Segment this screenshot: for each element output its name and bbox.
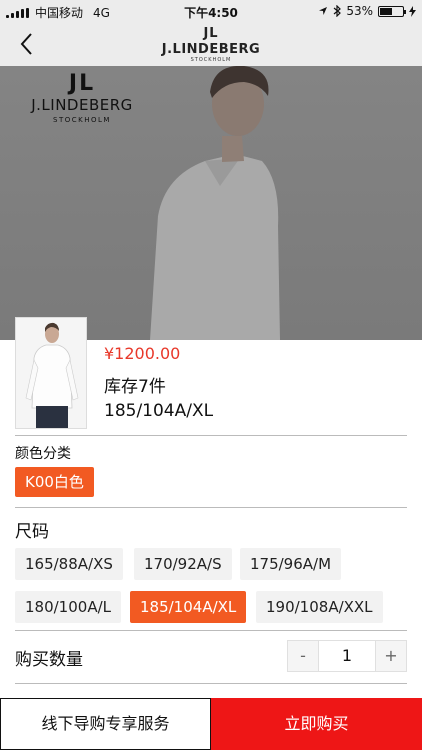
bluetooth-icon (333, 5, 342, 17)
size-option-185[interactable]: 185/104A/XL (130, 591, 247, 623)
stock-count: 库存7件 (104, 377, 166, 397)
charging-icon (409, 5, 416, 17)
quantity-input[interactable]: 1 (318, 641, 376, 671)
brand-name: J.LINDEBERG (161, 42, 261, 57)
divider (15, 630, 407, 631)
selected-size: 185/104A/XL (104, 401, 214, 421)
color-option-k00-white[interactable]: K00白色 (15, 467, 94, 497)
size-option-180[interactable]: 180/100A/L (15, 591, 121, 623)
divider (15, 507, 407, 508)
brand-logo: JL J.LINDEBERG STOCKHOLM (0, 26, 422, 63)
product-thumbnail (15, 317, 87, 429)
color-section-label: 颜色分类 (15, 446, 71, 462)
battery-percent: 53% (346, 4, 373, 18)
shirt-thumbnail-image (16, 318, 86, 428)
bottom-action-bar: 线下导购专享服务 立即购买 (0, 698, 422, 750)
product-price: ¥1200.00 (104, 344, 181, 363)
status-bar: 中国移动 4G 下午4:50 53% (0, 0, 422, 22)
model-photo (150, 66, 280, 340)
product-hero-image: JL J.LINDEBERG STOCKHOLM (0, 66, 422, 340)
quantity-stepper: - 1 + (287, 640, 407, 672)
buy-now-button[interactable]: 立即购买 (211, 698, 422, 750)
size-option-170[interactable]: 170/92A/S (134, 548, 232, 580)
increment-button[interactable]: + (376, 641, 406, 671)
decrement-button[interactable]: - (288, 641, 318, 671)
divider (15, 435, 407, 436)
offline-service-button[interactable]: 线下导购专享服务 (0, 698, 211, 750)
battery-icon (378, 5, 406, 17)
quantity-label: 购买数量 (15, 650, 83, 670)
brand-sub: STOCKHOLM (190, 57, 232, 63)
size-option-190[interactable]: 190/108A/XXL (256, 591, 383, 623)
sku-panel: ¥1200.00 库存7件 185/104A/XL 颜色分类 K00白色 尺码 … (0, 317, 422, 698)
status-right: 53% (318, 4, 416, 18)
size-section-label: 尺码 (15, 522, 49, 542)
brand-mark: JL (203, 26, 219, 41)
size-option-175[interactable]: 175/96A/M (240, 548, 342, 580)
location-icon (319, 7, 328, 15)
nav-bar: JL J.LINDEBERG STOCKHOLM (0, 22, 422, 66)
size-option-165[interactable]: 165/88A/XS (15, 548, 123, 580)
divider (15, 683, 407, 684)
